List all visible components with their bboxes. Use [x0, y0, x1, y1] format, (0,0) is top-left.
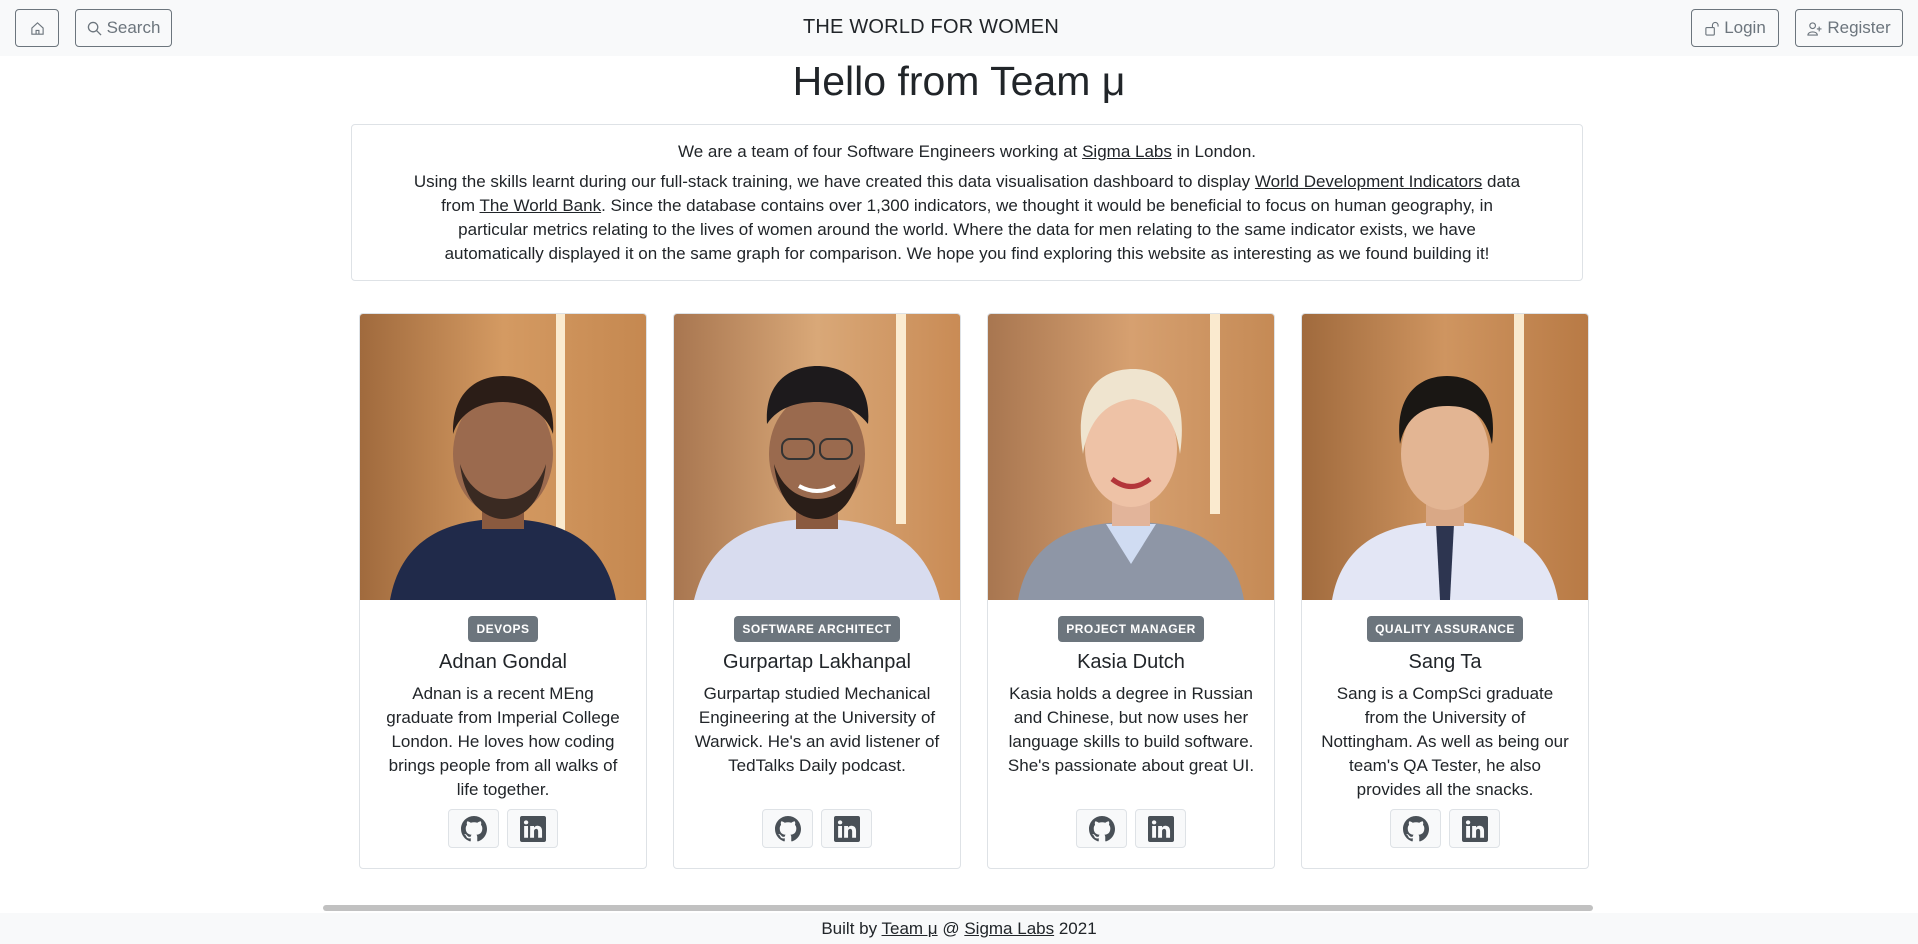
role-badge: DEVOPS [468, 616, 538, 642]
social-links [988, 809, 1274, 848]
person-plus-icon [1807, 21, 1822, 36]
github-button[interactable] [1076, 809, 1127, 848]
unlock-icon [1704, 21, 1719, 36]
member-bio: Adnan is a recent MEng graduate from Imp… [386, 684, 620, 799]
intro-body-text-3: . Since the database contains over 1,300… [444, 196, 1493, 263]
sigma-labs-footer-link[interactable]: Sigma Labs [964, 919, 1054, 938]
member-bio: Kasia holds a degree in Russian and Chin… [1007, 684, 1255, 775]
team-card: QUALITY ASSURANCE Sang Ta Sang is a Comp… [1301, 313, 1589, 869]
intro-lead-suffix: in London. [1171, 142, 1257, 161]
team-card: SOFTWARE ARCHITECT Gurpartap Lakhanpal G… [673, 313, 961, 869]
wdi-link[interactable]: World Development Indicators [1255, 172, 1482, 191]
member-name: Gurpartap Lakhanpal [723, 651, 911, 673]
github-icon [460, 815, 487, 842]
linkedin-button[interactable] [821, 809, 872, 848]
member-name: Kasia Dutch [1077, 651, 1185, 673]
footer: Built by Team μ @ Sigma Labs 2021 [0, 913, 1918, 944]
github-icon [1088, 815, 1115, 842]
role-badge: QUALITY ASSURANCE [1367, 616, 1523, 642]
footer-prefix: Built by [821, 919, 882, 938]
intro-body: Using the skills learnt during our full-… [412, 170, 1522, 266]
footer-mid: @ [937, 919, 965, 938]
scrollbar-thumb[interactable] [323, 905, 1593, 911]
login-button[interactable]: Login [1691, 9, 1779, 47]
profile-photo-sang [1302, 314, 1588, 600]
role-badge: SOFTWARE ARCHITECT [734, 616, 900, 642]
social-links [674, 809, 960, 848]
social-links [360, 809, 646, 848]
sigma-labs-link[interactable]: Sigma Labs [1082, 142, 1172, 161]
team-card: DEVOPS Adnan Gondal Adnan is a recent ME… [359, 313, 647, 869]
github-icon [1402, 815, 1429, 842]
role-badge: PROJECT MANAGER [1058, 616, 1204, 642]
team-card: PROJECT MANAGER Kasia Dutch Kasia holds … [987, 313, 1275, 869]
login-label: Login [1724, 18, 1766, 37]
register-label: Register [1827, 18, 1891, 37]
linkedin-button[interactable] [507, 809, 558, 848]
intro-lead-text: We are a team of four Software Engineers… [677, 142, 1083, 161]
world-bank-link[interactable]: The World Bank [480, 196, 602, 215]
profile-photo-adnan [360, 314, 646, 600]
intro-box: We are a team of four Software Engineers… [351, 124, 1583, 281]
profile-photo-gurpartap [674, 314, 960, 600]
page-title: Hello from Team μ [792, 58, 1126, 104]
intro-lead: We are a team of four Software Engineers… [352, 140, 1582, 164]
linkedin-icon [833, 815, 860, 842]
github-button[interactable] [1390, 809, 1441, 848]
linkedin-button[interactable] [1135, 809, 1186, 848]
linkedin-icon [1147, 815, 1174, 842]
register-button[interactable]: Register [1795, 9, 1903, 47]
member-bio: Sang is a CompSci graduate from the Univ… [1321, 684, 1569, 799]
linkedin-icon [1461, 815, 1488, 842]
member-name: Adnan Gondal [439, 651, 567, 673]
linkedin-icon [519, 815, 546, 842]
profile-photo-kasia [988, 314, 1274, 600]
github-icon [774, 815, 801, 842]
navbar: Search THE WORLD FOR WOMEN Login Registe… [0, 0, 1918, 56]
intro-body-text-1: Using the skills learnt during our full-… [413, 172, 1255, 191]
member-bio: Gurpartap studied Mechanical Engineering… [694, 684, 940, 775]
member-name: Sang Ta [1408, 651, 1482, 673]
github-button[interactable] [448, 809, 499, 848]
team-link[interactable]: Team μ [882, 919, 938, 938]
social-links [1302, 809, 1588, 848]
site-brand[interactable]: THE WORLD FOR WOMEN [0, 16, 1862, 39]
linkedin-button[interactable] [1449, 809, 1500, 848]
github-button[interactable] [762, 809, 813, 848]
horizontal-scrollbar[interactable] [320, 903, 1600, 913]
footer-year: 2021 [1054, 919, 1097, 938]
